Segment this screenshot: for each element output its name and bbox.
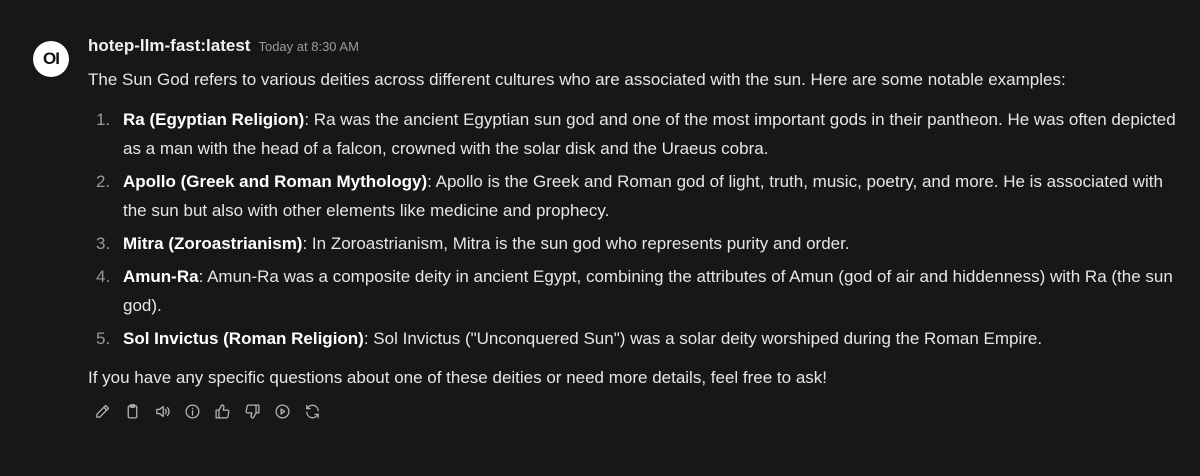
play-circle-icon bbox=[274, 403, 290, 419]
list-item-number: 5. bbox=[96, 329, 111, 348]
thumbs-up-icon bbox=[214, 403, 230, 419]
list-item: 2. Apollo (Greek and Roman Mythology): A… bbox=[88, 167, 1178, 225]
list-item: 3. Mitra (Zoroastrianism): In Zoroastria… bbox=[88, 229, 1178, 258]
deity-list: 1. Ra (Egyptian Religion): Ra was the an… bbox=[88, 105, 1178, 353]
list-item-number: 2. bbox=[96, 172, 111, 191]
copy-button[interactable] bbox=[121, 400, 143, 422]
speaker-icon bbox=[155, 405, 170, 417]
list-item-number: 1. bbox=[96, 110, 111, 129]
assistant-message: hotep-llm-fast:latest Today at 8:30 AM T… bbox=[88, 36, 1178, 422]
edit-button[interactable] bbox=[91, 400, 113, 422]
continue-response-button[interactable] bbox=[271, 400, 293, 422]
list-item-term: Apollo (Greek and Roman Mythology) bbox=[123, 172, 428, 191]
avatar-label: OI bbox=[43, 49, 60, 68]
list-item-term: Mitra (Zoroastrianism) bbox=[123, 234, 303, 253]
generation-info-button[interactable] bbox=[181, 400, 203, 422]
clipboard-icon bbox=[127, 403, 137, 419]
list-item: 5. Sol Invictus (Roman Religion): Sol In… bbox=[88, 324, 1178, 353]
message-action-bar bbox=[91, 400, 1178, 422]
pencil-icon bbox=[95, 404, 109, 418]
message-timestamp: Today at 8:30 AM bbox=[258, 39, 359, 54]
list-item-text: : Amun-Ra was a composite deity in ancie… bbox=[123, 267, 1173, 315]
list-item-term: Sol Invictus (Roman Religion) bbox=[123, 329, 364, 348]
message-header: hotep-llm-fast:latest Today at 8:30 AM bbox=[88, 36, 1178, 62]
model-name: hotep-llm-fast:latest bbox=[88, 36, 251, 55]
list-item-term: Amun-Ra bbox=[123, 267, 199, 286]
list-item: 1. Ra (Egyptian Religion): Ra was the an… bbox=[88, 105, 1178, 163]
list-item-term: Ra (Egyptian Religion) bbox=[123, 110, 305, 129]
list-item-text: : In Zoroastrianism, Mitra is the sun go… bbox=[302, 234, 850, 253]
thumbs-down-icon bbox=[244, 403, 260, 419]
model-avatar: OI bbox=[33, 41, 69, 77]
refresh-icon bbox=[305, 404, 319, 418]
list-item-number: 3. bbox=[96, 234, 111, 253]
list-item-number: 4. bbox=[96, 267, 111, 286]
bad-response-button[interactable] bbox=[241, 400, 263, 422]
regenerate-button[interactable] bbox=[301, 400, 323, 422]
info-icon bbox=[184, 403, 200, 419]
message-intro: The Sun God refers to various deities ac… bbox=[88, 70, 1066, 89]
message-outro: If you have any specific questions about… bbox=[88, 368, 828, 387]
read-aloud-button[interactable] bbox=[151, 400, 173, 422]
good-response-button[interactable] bbox=[211, 400, 233, 422]
list-item: 4. Amun-Ra: Amun-Ra was a composite deit… bbox=[88, 262, 1178, 320]
list-item-text: : Sol Invictus ("Unconquered Sun") was a… bbox=[363, 329, 1043, 348]
